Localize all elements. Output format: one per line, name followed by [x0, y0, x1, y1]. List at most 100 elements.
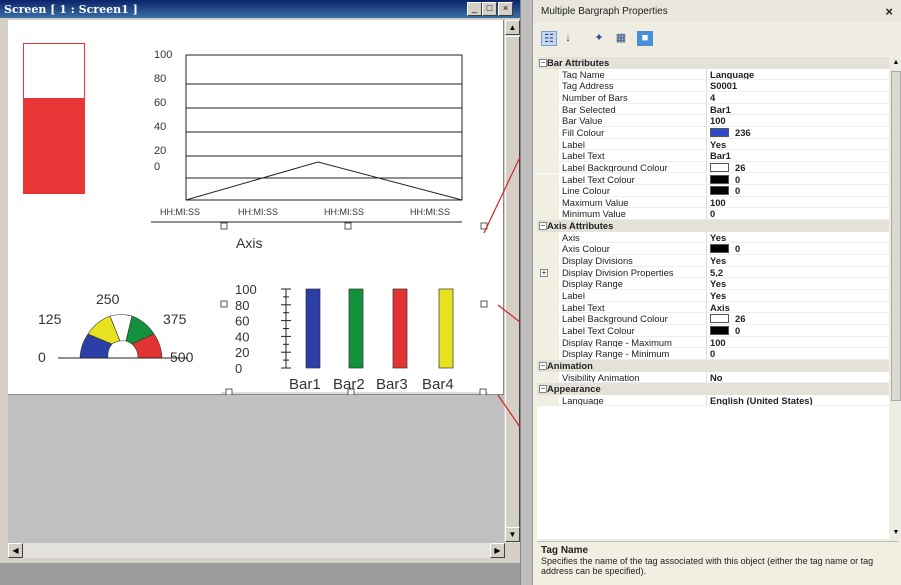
property-category[interactable]: − Appearance [537, 383, 889, 395]
property-value[interactable]: Yes [708, 139, 889, 151]
property-row[interactable]: Maximum Value 100 [537, 196, 889, 209]
maximize-button[interactable]: □ [482, 2, 497, 16]
property-value[interactable]: Yes [708, 232, 889, 244]
property-row[interactable]: Display Divisions Yes [537, 255, 889, 267]
settings-icon[interactable]: ■ [637, 31, 653, 46]
property-row[interactable]: Label Text Bar1 [537, 150, 889, 162]
property-row[interactable]: Label Yes [537, 138, 889, 151]
property-row[interactable]: Bar Selected Bar1 [537, 103, 889, 116]
property-value[interactable]: S0001 [708, 80, 889, 92]
property-name: Display Range [559, 278, 707, 290]
bargraph-ytick: 80 [235, 298, 249, 313]
property-value[interactable]: 100 [708, 197, 889, 209]
minimize-button[interactable]: _ [467, 2, 482, 16]
property-row[interactable]: Label Background Colour 26 [537, 161, 889, 174]
property-category[interactable]: − Animation [537, 359, 889, 372]
property-value[interactable]: 100 [708, 115, 889, 127]
property-category[interactable]: − Bar Attributes [537, 57, 889, 69]
property-row[interactable]: Number of Bars 4 [537, 91, 889, 104]
property-row[interactable]: Label Text Colour 0 [537, 324, 889, 337]
close-window-button[interactable]: × [498, 2, 513, 16]
property-name: Label Background Colour [559, 161, 707, 174]
trend-yticks: 100 80 60 40 20 0 [154, 49, 172, 173]
vertical-scrollbar[interactable]: ▲ ▼ [505, 20, 520, 543]
scroll-right-arrow-icon[interactable]: ▶ [490, 543, 505, 558]
property-value[interactable]: 0 [708, 348, 889, 360]
property-grid-scrollbar[interactable]: ▲ ▼ [890, 57, 901, 539]
property-value-text: 100 [710, 196, 726, 208]
property-value[interactable]: Yes [708, 255, 889, 267]
property-row[interactable]: Axis Colour 0 [537, 243, 889, 256]
expand-icon[interactable]: + [540, 268, 548, 277]
property-row[interactable]: Label Text Colour 0 [537, 173, 889, 186]
bargraph-axis-label: Axis [236, 235, 262, 251]
property-value[interactable]: Bar1 [708, 150, 889, 162]
property-row[interactable]: Line Colour 0 [537, 185, 889, 197]
bar-bar2[interactable] [348, 288, 364, 369]
property-row[interactable]: Label Background Colour 26 [537, 313, 889, 325]
property-value[interactable]: 0 [708, 185, 889, 197]
gauge[interactable]: 125 250 375 0 500 [28, 278, 208, 388]
property-row[interactable]: Display Range Yes [537, 278, 889, 290]
scroll-down-arrow-icon[interactable]: ▼ [890, 527, 901, 539]
scroll-up-arrow-icon[interactable]: ▲ [890, 57, 901, 69]
description-title: Tag Name [541, 545, 589, 556]
property-row[interactable]: Tag Name Language [537, 68, 889, 81]
categorized-icon[interactable]: ☷ [541, 31, 557, 46]
property-row[interactable]: + Display Division Properties 5,2 [537, 266, 889, 279]
scroll-left-arrow-icon[interactable]: ◀ [8, 543, 23, 558]
property-value[interactable]: 0 [708, 243, 889, 256]
scroll-up-arrow-icon[interactable]: ▲ [505, 20, 520, 35]
property-grid[interactable]: − Bar Attributes Tag Name Language Tag Addre… [537, 57, 889, 539]
property-row[interactable]: Language English (United States) [537, 394, 889, 407]
row-gutter [537, 243, 559, 256]
bar-bar3[interactable] [392, 288, 408, 369]
property-value[interactable]: 100 [708, 337, 889, 349]
property-value[interactable]: No [708, 372, 889, 384]
property-row[interactable]: Axis Yes [537, 231, 889, 244]
property-row[interactable]: Tag Address S0001 [537, 80, 889, 92]
property-value[interactable]: Yes [708, 278, 889, 290]
property-row[interactable]: Label Text Axis [537, 301, 889, 314]
alphabetical-sort-icon[interactable]: ↓ [560, 31, 576, 46]
property-row[interactable]: Minimum Value 0 [537, 208, 889, 221]
single-bargraph[interactable] [23, 43, 85, 194]
bar-bar4[interactable] [438, 288, 454, 369]
panel-splitter[interactable] [520, 0, 532, 585]
row-gutter [537, 68, 559, 81]
property-pages-icon[interactable]: ▦ [613, 31, 629, 46]
property-category[interactable]: − Axis Attributes [537, 220, 889, 232]
property-value[interactable]: 236 [708, 127, 889, 139]
property-value[interactable]: Yes [708, 290, 889, 302]
property-row[interactable]: Bar Value 100 [537, 115, 889, 127]
horizontal-scrollbar[interactable]: ◀ ▶ [8, 543, 505, 558]
events-icon[interactable]: ✦ [591, 31, 607, 46]
property-row[interactable]: Display Range - Minimum 0 [537, 348, 889, 360]
property-value[interactable]: 0 [708, 208, 889, 221]
trend-graph[interactable]: 100 80 60 40 20 0 HH:MI:SS HH:MI:SS HH:M… [148, 42, 478, 232]
property-value[interactable]: 4 [708, 92, 889, 104]
multiple-bargraph[interactable]: Axis 100806040200 Bar1 Bar2 Bar3 Bar4 [213, 215, 493, 395]
property-value[interactable]: Bar1 [708, 104, 889, 116]
panel-close-icon[interactable]: × [885, 4, 893, 19]
property-value[interactable]: 0 [708, 174, 889, 186]
property-row[interactable]: Fill Colour 236 [537, 126, 889, 139]
property-value[interactable]: 5,2 [708, 267, 889, 279]
property-value[interactable]: 26 [708, 162, 889, 174]
scroll-thumb[interactable] [505, 36, 520, 531]
property-value[interactable]: 26 [708, 313, 889, 325]
scroll-down-arrow-icon[interactable]: ▼ [505, 527, 520, 542]
property-name: Display Range - Maximum [559, 336, 707, 349]
bargraph-bars [305, 288, 454, 369]
bar-bar1[interactable] [305, 288, 321, 369]
property-value[interactable]: Language [708, 69, 889, 81]
screen-canvas[interactable]: 100 80 60 40 20 0 HH:MI:SS HH:MI:SS HH:M… [8, 20, 504, 396]
property-row[interactable]: Label Yes [537, 290, 889, 302]
property-value[interactable]: 0 [708, 325, 889, 337]
property-row[interactable]: Visibility Animation No [537, 371, 889, 384]
property-value[interactable]: Axis [708, 302, 889, 314]
window-titlebar[interactable]: Screen [ 1 : Screen1 ] [0, 0, 520, 18]
property-value[interactable]: English (United States) [708, 395, 889, 407]
scroll-thumb[interactable] [891, 71, 901, 401]
property-row[interactable]: Display Range - Maximum 100 [537, 336, 889, 349]
